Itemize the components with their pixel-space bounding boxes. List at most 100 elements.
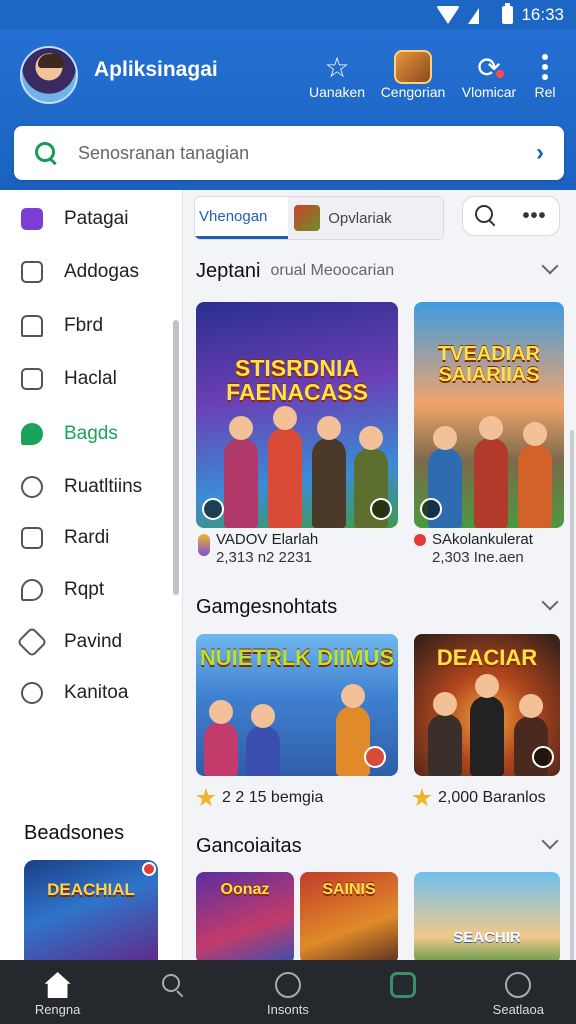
- circle-icon: [274, 972, 301, 998]
- character-art: [224, 416, 258, 528]
- sidebar-item-kanitoa[interactable]: Kanitoa: [0, 671, 175, 715]
- main-scrollbar[interactable]: [570, 430, 574, 990]
- header-action-star[interactable]: ☆ Uanaken: [306, 50, 368, 101]
- more-horizontal-icon[interactable]: •••: [522, 205, 546, 228]
- chevron-down-icon: [541, 257, 559, 275]
- sidebar-item-haclal[interactable]: Haclal: [0, 357, 175, 401]
- sidebar-item-label: Pavind: [64, 631, 123, 652]
- sidebar-item-patagai[interactable]: Patagai: [0, 197, 175, 241]
- status-bar: 16:33: [0, 0, 576, 30]
- corner-icon: [532, 746, 554, 768]
- corner-icon: [370, 498, 392, 520]
- sidebar-promo-card[interactable]: DEACHIAL: [24, 860, 158, 960]
- game-card[interactable]: SEACHIR: [414, 872, 560, 964]
- sidebar-item-rqpt[interactable]: Rqpt: [0, 568, 175, 612]
- battery-icon: [502, 3, 514, 24]
- sidebar-item-label: Patagai: [64, 208, 129, 229]
- sidebar-item-label: Kanitoa: [64, 682, 129, 703]
- sidebar-item-label: Rqpt: [64, 579, 105, 600]
- main-tools: •••: [462, 196, 560, 236]
- header-action-more[interactable]: Rel: [528, 50, 562, 100]
- game-card[interactable]: Oonaz: [196, 872, 294, 964]
- header-action-label: Cengorian: [380, 84, 446, 100]
- nav-seatlaoa[interactable]: Seatlaoa: [461, 960, 576, 1024]
- avatar[interactable]: [20, 46, 78, 104]
- clock-icon: [505, 972, 532, 998]
- sidebar: Patagai Addogas Fbrd Haclal Bagds Ruatlt…: [0, 190, 183, 960]
- card-art-title: NUIETRLK DIIMUS: [199, 645, 395, 670]
- nav-label: Seatlaoa: [492, 1002, 544, 1017]
- game-card[interactable]: STISRDNIA FAENACASS: [196, 302, 398, 528]
- refresh-circle-icon: ⟳: [477, 51, 501, 83]
- section-title: Gamgesnohtats: [196, 595, 338, 618]
- card-info: SAkolankulerat 2,303 Ine.aen: [414, 531, 533, 566]
- card-name: SAkolankulerat: [432, 531, 533, 548]
- sidebar-scrollbar[interactable]: [173, 320, 179, 595]
- sidebar-item-ruatltiins[interactable]: Ruatltiins: [0, 465, 175, 509]
- notification-dot: [496, 70, 504, 78]
- card-art-title: DEACIAR: [436, 645, 538, 670]
- character-art: [518, 422, 552, 528]
- nav-search[interactable]: [115, 960, 230, 1024]
- apps-icon: [21, 208, 43, 230]
- grid-icon: [21, 527, 43, 549]
- corner-icon: [202, 498, 224, 520]
- card-meta: 2,313 n2 2231: [216, 548, 312, 566]
- header-action-game[interactable]: Cengorian: [380, 50, 446, 100]
- search-bar[interactable]: Senosranan tanagian ›: [14, 126, 564, 180]
- signal-icon: [468, 6, 494, 24]
- search-icon[interactable]: [475, 205, 497, 227]
- nav-square[interactable]: [346, 960, 461, 1024]
- tab-opvlariak[interactable]: Opvlariak: [288, 197, 443, 239]
- section-subtitle: orual Meoocarian: [270, 262, 395, 279]
- section-header[interactable]: Jeptani orual Meoocarian: [196, 256, 566, 286]
- tab-thumbnail-icon: [294, 205, 321, 231]
- sidebar-item-label: Ruatltiins: [64, 476, 143, 497]
- nav-home[interactable]: Rengna: [0, 960, 115, 1024]
- game-card[interactable]: DEACIAR: [414, 634, 560, 776]
- character-art: [470, 674, 504, 776]
- tab-label: Opvlariak: [328, 209, 392, 227]
- header-action-refresh[interactable]: ⟳ Vlomicar: [458, 50, 520, 101]
- character-art: [336, 684, 370, 776]
- game-card[interactable]: NUIETRLK DIIMUS: [196, 634, 398, 776]
- header-action-label: Rel: [534, 84, 556, 100]
- card-art-title: SEACHIR: [453, 929, 521, 946]
- card-info: 2,000 Baranlos: [412, 788, 546, 808]
- section-title: Gancoiaitas: [196, 834, 302, 857]
- more-vertical-icon: [542, 54, 548, 80]
- sidebar-item-fbrd[interactable]: Fbrd: [0, 304, 175, 348]
- tag-icon: [21, 261, 43, 283]
- sidebar-section-title: Beadsones: [24, 822, 125, 844]
- badge-icon: [142, 862, 156, 876]
- sidebar-item-addogas[interactable]: Addogas: [0, 250, 175, 294]
- search-input[interactable]: Senosranan tanagian: [78, 143, 516, 164]
- header-action-label: Uanaken: [308, 84, 366, 100]
- tab-vhenogan[interactable]: Vhenogan: [195, 197, 289, 239]
- puzzle-icon: [16, 626, 48, 658]
- section-header[interactable]: Gamgesnohtats: [196, 592, 566, 622]
- search-icon: [160, 972, 186, 998]
- sidebar-item-rardi[interactable]: Rardi: [0, 516, 175, 560]
- sidebar-item-label: Rardi: [64, 527, 110, 548]
- section-title: Jeptani: [196, 259, 261, 282]
- card-meta: 2,303 Ine.aen: [432, 548, 524, 566]
- chevron-right-icon[interactable]: ›: [516, 139, 564, 167]
- corner-icon: [364, 746, 386, 768]
- star-icon: [412, 788, 432, 807]
- bookmark-icon: [21, 368, 43, 390]
- game-card[interactable]: SAINIS: [300, 872, 398, 964]
- sidebar-item-pavind[interactable]: Pavind: [0, 620, 175, 664]
- search-icon: [35, 142, 57, 164]
- people-icon: [21, 476, 43, 498]
- chat-icon: [21, 579, 43, 601]
- sidebar-item-bagds[interactable]: Bagds: [0, 412, 175, 456]
- rating-icon: [198, 534, 210, 556]
- nav-label: Insonts: [267, 1002, 309, 1017]
- nav-insonts[interactable]: Insonts: [230, 960, 345, 1024]
- star-icon: [196, 788, 216, 807]
- game-card[interactable]: TVEADIAR SAIARIIAS: [414, 302, 564, 528]
- section-header[interactable]: Gancoiaitas: [196, 831, 566, 861]
- card-art-title: TVEADIAR SAIARIIAS: [437, 343, 541, 386]
- character-art: [246, 704, 280, 776]
